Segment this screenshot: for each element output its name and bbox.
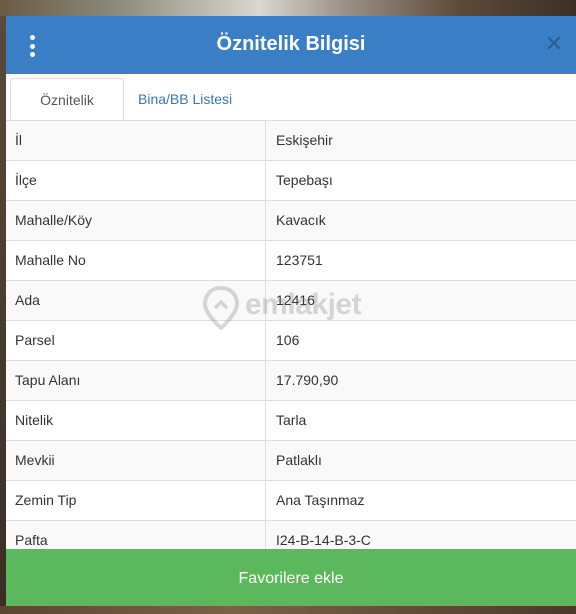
tab-attribute-info[interactable]: Öznitelik Bilgisi xyxy=(10,78,124,150)
attribute-key: Nitelik xyxy=(6,401,266,440)
attribute-key: Zemin Tip xyxy=(6,481,266,520)
dialog-header: Öznitelik Bilgisi ✕ xyxy=(6,16,576,74)
attribute-info-dialog: Öznitelik Bilgisi ✕ Öznitelik Bilgisi Bi… xyxy=(6,16,576,606)
table-row: Parsel 106 xyxy=(6,321,576,361)
attribute-value: 17.790,90 xyxy=(276,372,339,388)
background-top xyxy=(0,0,576,16)
tab-bar: Öznitelik Bilgisi Bina/BB Listesi xyxy=(6,74,576,150)
table-row: İl Eskişehir xyxy=(6,121,576,161)
dialog-title: Öznitelik Bilgisi xyxy=(216,33,366,55)
close-icon[interactable]: ✕ xyxy=(544,32,564,56)
attribute-value: Tepebaşı xyxy=(276,172,333,188)
table-row: Ada 12416 xyxy=(6,281,576,321)
attribute-value: Eskişehir xyxy=(276,132,333,148)
attribute-table: İl Eskişehir İlçe Tepebaşı Mahalle/Köy K… xyxy=(6,121,576,561)
vertical-dots-icon[interactable] xyxy=(28,35,36,57)
attribute-key: Parsel xyxy=(6,321,266,360)
attribute-value: 123751 xyxy=(276,252,323,268)
attribute-key: İlçe xyxy=(6,161,266,200)
attribute-value: Kavacık xyxy=(276,212,326,228)
attribute-value: Tarla xyxy=(276,412,307,428)
attribute-value: Patlaklı xyxy=(276,452,322,468)
attribute-value: Ana Taşınmaz xyxy=(276,492,365,508)
attribute-key: Tapu Alanı xyxy=(6,361,266,400)
background-bottom xyxy=(0,606,576,614)
table-row: Mahalle No 123751 xyxy=(6,241,576,281)
table-row: İlçe Tepebaşı xyxy=(6,161,576,201)
table-row: Zemin Tip Ana Taşınmaz xyxy=(6,481,576,521)
attribute-value: 106 xyxy=(276,332,300,348)
tab-building-list[interactable]: Bina/BB Listesi xyxy=(128,78,242,120)
add-to-favorites-button[interactable]: Favorilere ekle xyxy=(6,549,576,606)
attribute-key: Mevkii xyxy=(6,441,266,480)
attribute-key: Mahalle No xyxy=(6,241,266,280)
attribute-key: Ada xyxy=(6,281,266,320)
table-row: Nitelik Tarla xyxy=(6,401,576,441)
attribute-key: Mahalle/Köy xyxy=(6,201,266,240)
table-row: Tapu Alanı 17.790,90 xyxy=(6,361,576,401)
attribute-value: 12416 xyxy=(276,292,315,308)
table-row: Mevkii Patlaklı xyxy=(6,441,576,481)
attribute-key: İl xyxy=(6,121,266,160)
table-row: Mahalle/Köy Kavacık xyxy=(6,201,576,241)
